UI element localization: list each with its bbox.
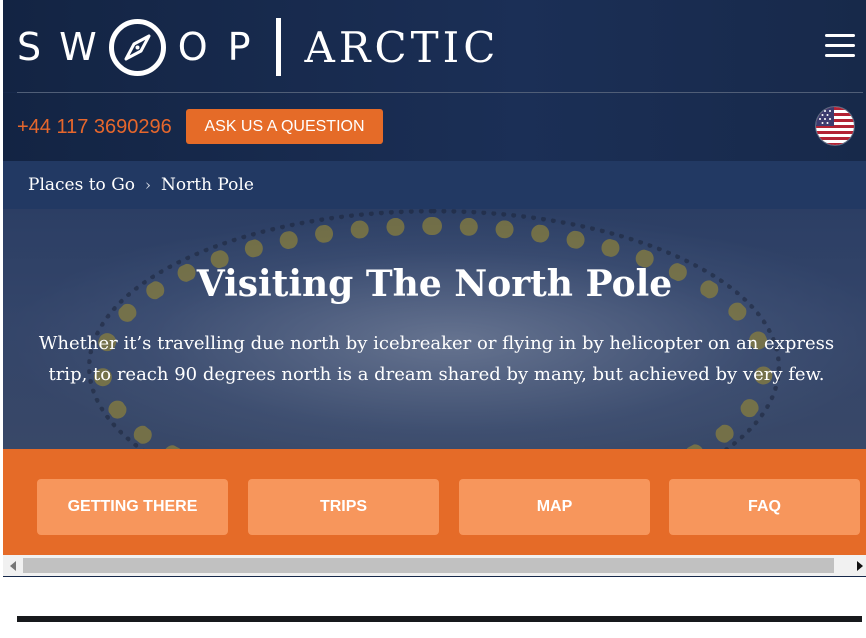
contact-bar: +44 117 3690296 ASK US A QUESTION (3, 93, 866, 161)
scroll-right-arrow-icon[interactable] (857, 561, 863, 571)
breadcrumb-separator-icon: › (145, 176, 152, 194)
scroll-left-arrow-icon[interactable] (10, 561, 16, 571)
hamburger-icon-line-3 (825, 54, 855, 57)
tab-map[interactable]: MAP (459, 479, 650, 535)
brand-letter-o: O (177, 25, 208, 69)
breadcrumb-list: Places to Go › North Pole (28, 175, 254, 195)
logo-divider (275, 18, 281, 76)
horizontal-scrollbar[interactable] (3, 555, 866, 576)
breadcrumb-places-to-go[interactable]: Places to Go (28, 175, 135, 195)
menu-button[interactable] (825, 34, 855, 58)
breadcrumb-current-north-pole: North Pole (161, 175, 254, 195)
scrollbar-thumb[interactable] (23, 558, 834, 573)
swoop-arctic-logo[interactable]: S W O P ARCTIC (17, 16, 499, 78)
page-footer-edge (17, 616, 862, 622)
breadcrumb: Places to Go › North Pole (3, 161, 866, 209)
tab-trips[interactable]: TRIPS (248, 479, 439, 535)
hero-banner: Visiting The North Pole Whether it’s tra… (3, 209, 866, 449)
us-flag-graphic (816, 107, 854, 145)
page: S W O P ARCTIC +44 117 3690296 ASK US A … (0, 0, 866, 638)
brand-letter-s: S (17, 25, 42, 69)
brand-product-arctic: ARCTIC (304, 22, 500, 72)
page-title: Visiting The North Pole (196, 263, 673, 305)
hamburger-icon-line-1 (825, 34, 855, 37)
compass-icon (108, 18, 166, 76)
tab-getting-there[interactable]: GETTING THERE (37, 479, 228, 535)
phone-link[interactable]: +44 117 3690296 (17, 116, 172, 139)
hero-description: Whether it’s travelling due north by ice… (38, 333, 835, 385)
hamburger-icon-line-2 (825, 44, 855, 47)
section-tabs: GETTING THERE TRIPS MAP FAQ (3, 449, 866, 555)
ask-us-a-question-button[interactable]: ASK US A QUESTION (186, 109, 383, 144)
us-flag-icon[interactable] (816, 107, 854, 145)
brand-letter-w: W (59, 25, 97, 69)
top-header: S W O P ARCTIC (3, 0, 866, 92)
website-frame: S W O P ARCTIC +44 117 3690296 ASK US A … (3, 0, 866, 577)
tab-faq[interactable]: FAQ (669, 479, 860, 535)
brand-letter-p: P (227, 25, 251, 69)
